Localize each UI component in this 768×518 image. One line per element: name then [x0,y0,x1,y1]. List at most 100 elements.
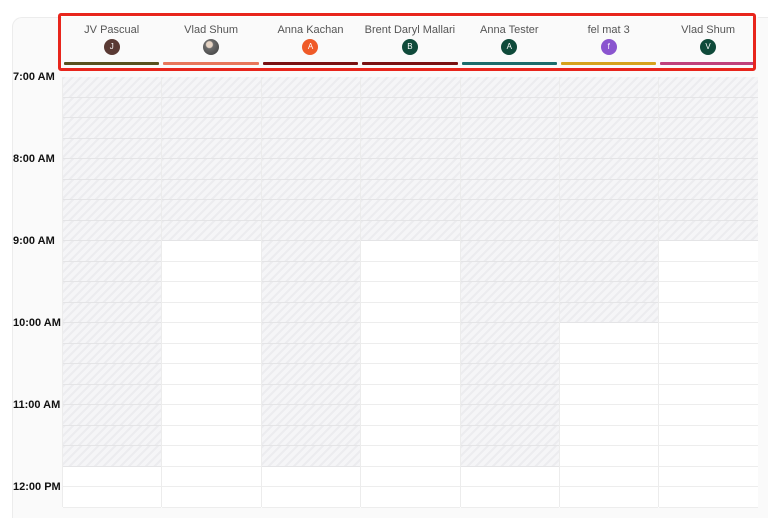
available-slot[interactable] [162,323,261,344]
available-slot[interactable] [361,302,460,323]
unavailable-slot [460,384,559,405]
resource-column-header[interactable]: Brent Daryl Mallari B [360,17,459,70]
available-slot[interactable] [659,241,758,262]
available-slot[interactable] [162,241,261,262]
unavailable-slot [63,364,162,385]
schedule-grid [62,77,758,508]
unavailable-slot [460,77,559,98]
available-slot[interactable] [361,446,460,467]
available-slot[interactable] [560,425,659,446]
available-slot[interactable] [63,487,162,508]
unavailable-slot [261,343,361,364]
resource-color-bar [163,62,259,65]
available-slot[interactable] [659,466,758,487]
available-slot[interactable] [261,487,361,508]
available-slot[interactable] [361,466,460,487]
available-slot[interactable] [162,282,261,303]
available-slot[interactable] [361,384,460,405]
avatar: A [302,39,319,55]
avatar: V [700,39,717,55]
available-slot[interactable] [659,323,758,344]
resource-column [559,77,659,508]
available-slot[interactable] [361,282,460,303]
available-slot[interactable] [361,241,460,262]
available-slot[interactable] [560,323,659,344]
available-slot[interactable] [261,466,361,487]
time-gutter: 7:00 AM 8:00 AM 9:00 AM 10:00 AM 11:00 AM 12:… [0,0,62,507]
available-slot[interactable] [162,425,261,446]
unavailable-slot [460,220,559,241]
available-slot[interactable] [162,364,261,385]
unavailable-slot [63,138,162,159]
unavailable-slot [460,405,559,426]
time-label: 7:00 AM [13,71,55,83]
available-slot[interactable] [162,487,261,508]
available-slot[interactable] [162,466,261,487]
available-slot[interactable] [659,446,758,467]
available-slot[interactable] [361,405,460,426]
available-slot[interactable] [361,261,460,282]
unavailable-slot [560,302,659,323]
unavailable-slot [659,97,758,118]
available-slot[interactable] [659,261,758,282]
unavailable-slot [361,220,460,241]
available-slot[interactable] [659,343,758,364]
available-slot[interactable] [162,384,261,405]
available-slot[interactable] [560,364,659,385]
resource-column [459,77,559,508]
available-slot[interactable] [560,466,659,487]
unavailable-slot [361,138,460,159]
unavailable-slot [261,302,361,323]
available-slot[interactable] [162,446,261,467]
unavailable-slot [460,302,559,323]
available-slot[interactable] [361,343,460,364]
unavailable-slot [162,220,261,241]
available-slot[interactable] [560,343,659,364]
available-slot[interactable] [361,323,460,344]
available-slot[interactable] [659,384,758,405]
available-slot[interactable] [659,364,758,385]
resource-column-header[interactable]: Vlad Shum V [658,17,757,70]
unavailable-slot [162,77,261,98]
available-slot[interactable] [659,302,758,323]
unavailable-slot [162,97,261,118]
resource-column-header[interactable]: JV Pascual J [62,17,161,70]
available-slot[interactable] [659,487,758,508]
resource-color-bar [262,62,359,65]
resource-column-header[interactable]: fel mat 3 f [559,17,658,70]
available-slot[interactable] [162,405,261,426]
resource-color-bar [561,62,657,65]
available-slot[interactable] [162,343,261,364]
available-slot[interactable] [460,487,559,508]
unavailable-slot [460,261,559,282]
available-slot[interactable] [361,364,460,385]
unavailable-slot [659,220,758,241]
available-slot[interactable] [659,282,758,303]
unavailable-slot [560,97,659,118]
unavailable-slot [63,77,162,98]
available-slot[interactable] [63,466,162,487]
unavailable-slot [63,425,162,446]
unavailable-slot [261,179,361,200]
available-slot[interactable] [361,487,460,508]
available-slot[interactable] [162,261,261,282]
unavailable-slot [460,97,559,118]
resource-column-header[interactable]: Anna Tester A [460,17,559,70]
resource-column-header[interactable]: Anna Kachan A [261,17,360,70]
unavailable-slot [63,282,162,303]
available-slot[interactable] [560,487,659,508]
available-slot[interactable] [560,446,659,467]
available-slot[interactable] [361,425,460,446]
unavailable-slot [460,323,559,344]
unavailable-slot [261,220,361,241]
available-slot[interactable] [659,405,758,426]
resource-column-header[interactable]: Vlad Shum [161,17,260,70]
available-slot[interactable] [162,302,261,323]
unavailable-slot [261,138,361,159]
available-slot[interactable] [659,425,758,446]
resource-name: Anna Kachan [277,24,344,36]
available-slot[interactable] [560,384,659,405]
available-slot[interactable] [460,466,559,487]
unavailable-slot [560,159,659,180]
available-slot[interactable] [560,405,659,426]
